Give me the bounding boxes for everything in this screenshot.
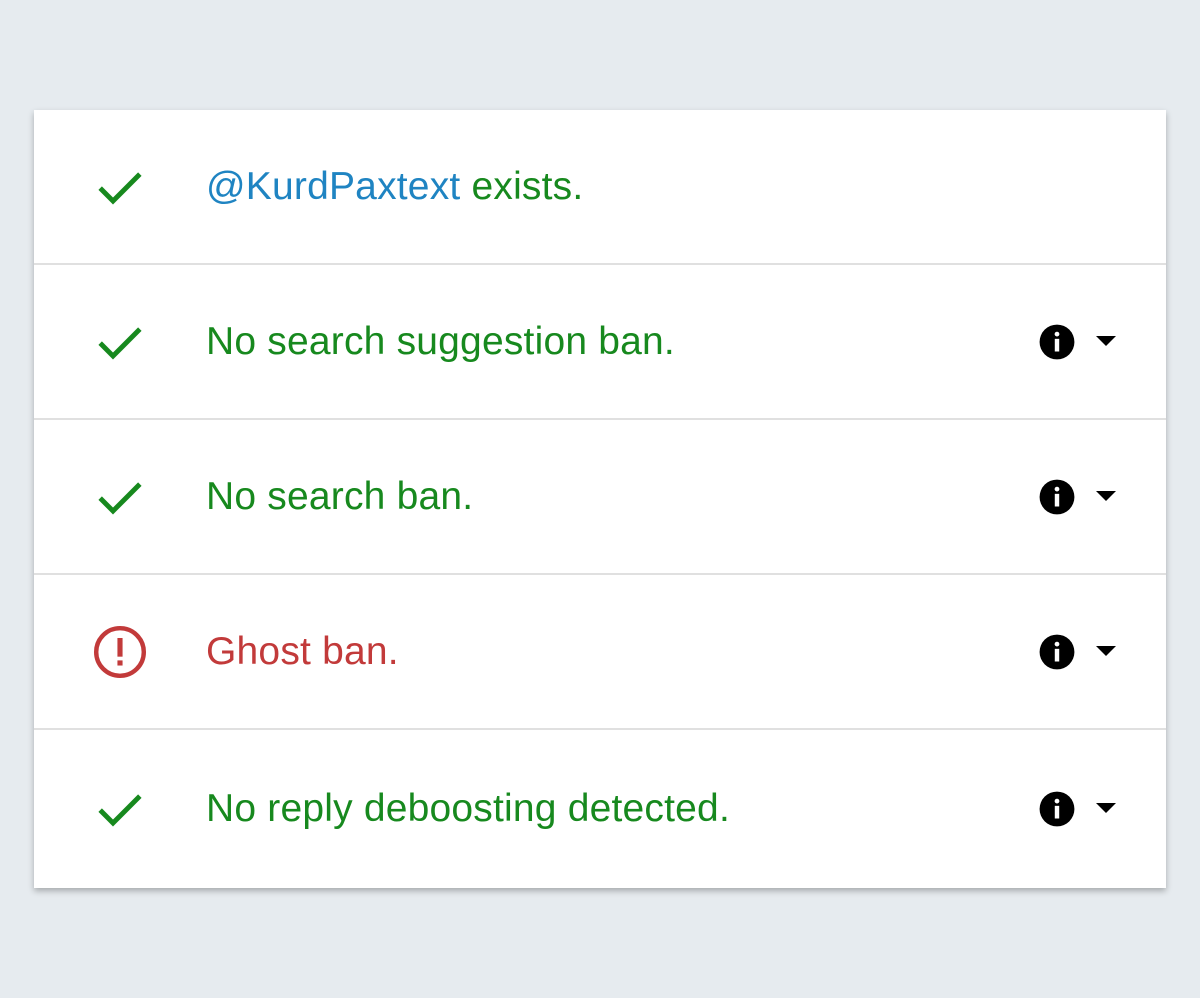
check-row-account-exists: @KurdPaxtext exists.: [34, 110, 1166, 265]
account-exists-label: exists.: [460, 164, 584, 208]
search-ban-text: No search ban.: [206, 474, 474, 518]
search-suggestion-ban-text: No search suggestion ban.: [206, 319, 675, 363]
reply-deboosting-text: No reply deboosting detected.: [206, 787, 730, 830]
info-icon[interactable]: [1038, 478, 1076, 516]
account-exists-text: @KurdPaxtext exists.: [206, 165, 583, 209]
checkmark-icon: [92, 469, 148, 525]
check-row-search-ban: No search ban.: [34, 420, 1166, 575]
checkmark-icon: [92, 314, 148, 370]
check-row-reply-deboosting: No reply deboosting detected.: [34, 730, 1166, 888]
chevron-down-icon[interactable]: [1096, 335, 1116, 348]
chevron-down-icon[interactable]: [1096, 803, 1116, 815]
info-icon[interactable]: [1038, 323, 1076, 361]
alert-circle-icon: [92, 624, 148, 680]
row-actions: [1038, 478, 1116, 516]
chevron-down-icon[interactable]: [1096, 490, 1116, 503]
chevron-down-icon[interactable]: [1096, 645, 1116, 658]
account-handle-link[interactable]: @KurdPaxtext: [206, 165, 460, 208]
checkmark-icon: [92, 159, 148, 215]
checkmark-icon: [92, 781, 148, 837]
row-actions: [1038, 633, 1116, 671]
check-row-ghost-ban: Ghost ban.: [34, 575, 1166, 730]
info-icon[interactable]: [1038, 790, 1076, 828]
results-card: @KurdPaxtext exists. No search suggestio…: [34, 110, 1166, 888]
check-row-search-suggestion-ban: No search suggestion ban.: [34, 265, 1166, 420]
info-icon[interactable]: [1038, 633, 1076, 671]
row-actions: [1038, 790, 1116, 828]
ghost-ban-text: Ghost ban.: [206, 629, 399, 673]
row-actions: [1038, 323, 1116, 361]
